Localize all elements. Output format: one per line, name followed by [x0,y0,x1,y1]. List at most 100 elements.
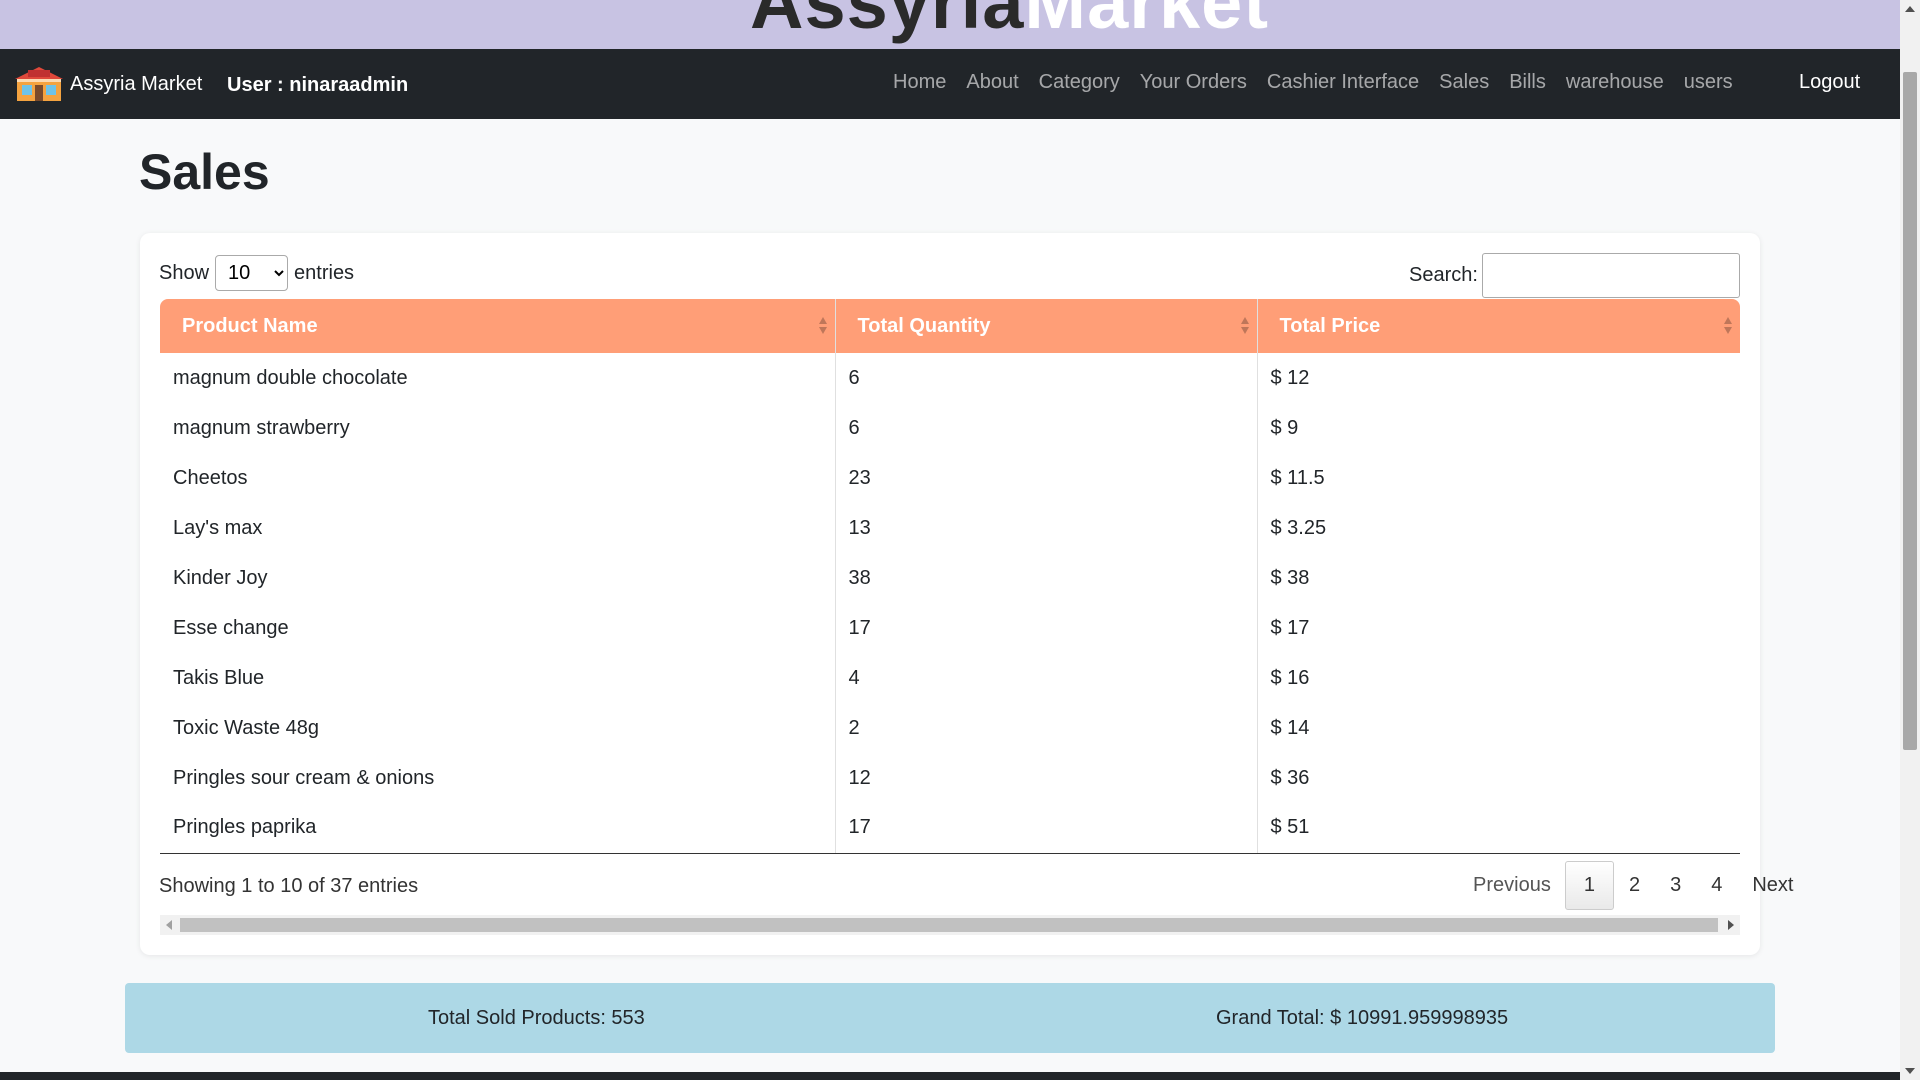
cell-product-name: Cheetos [160,453,836,503]
grand-total: Grand Total: $ 10991.959998935 [1216,1007,1509,1029]
cell-total-price: $ 17 [1270,616,1310,639]
search-label: Search: [1409,264,1478,286]
table-info: Showing 1 to 10 of 37 entries [159,875,419,897]
table-row: Toxic Waste 48g 2 $ 14 [160,703,1740,753]
cell-total-quantity: 23 [835,453,1258,503]
scroll-down-arrow-icon[interactable] [1905,1068,1915,1074]
scrollbar-thumb[interactable] [180,918,1718,932]
totals-bar: Total Sold Products: 553 Grand Total: $ … [125,983,1775,1053]
horizontal-scrollbar[interactable] [160,915,1740,935]
navbar: Assyria Market User : ninaraadmin Home A… [0,49,1900,119]
cell-product-name: Lay's max [160,503,836,553]
cell-product-name: Pringles sour cream & onions [160,753,836,803]
cell-total-quantity: 17 [835,803,1258,854]
bottom-bar [0,1072,1900,1080]
column-header-product-name[interactable]: Product Name [160,299,836,353]
column-header-total-price[interactable]: Total Price [1257,299,1740,353]
cell-product-name: Toxic Waste 48g [160,703,836,753]
cell-product-name: magnum strawberry [160,403,836,453]
nav-link-home[interactable]: Home [893,71,946,94]
next-page-button[interactable]: Next [1737,862,1808,909]
cell-total-quantity: 4 [835,653,1258,703]
table-row: Takis Blue 4 $ 16 [160,653,1740,703]
vertical-scrollbar[interactable] [1900,0,1920,1080]
page-button-1[interactable]: 1 [1564,861,1614,910]
scroll-up-arrow-icon[interactable] [1905,6,1915,12]
cell-total-price: $ 51 [1257,803,1740,854]
table-row: magnum strawberry 6 $ 9 [160,403,1740,453]
cell-total-price: $ 12 [1270,366,1310,389]
cell-total-price: $ 14 [1270,716,1310,739]
column-header-label: Total Price [1279,314,1381,337]
search-input[interactable] [1481,253,1740,298]
previous-page-button[interactable]: Previous [1458,862,1565,909]
table-row: magnum double chocolate 6 $ 12 [160,353,1740,403]
cell-total-price: $ 11.5 [1270,466,1325,489]
sales-table: Product Name Total Quantity Total Price … [160,299,1740,854]
page-title: Sales [139,144,270,200]
table-row: Pringles paprika 17 $ 51 [160,803,1740,854]
table-row: Cheetos 23 $ 11.5 [160,453,1740,503]
nav-link-users[interactable]: users [1684,71,1733,94]
search-control: Search: [1409,253,1740,298]
logout-button[interactable]: Logout [1799,71,1860,94]
show-label: Show [159,261,210,284]
table-row: Pringles sour cream & onions 12 $ 36 [160,753,1740,803]
sales-table-card: Show 10 entries Search: Product Name Tot… [140,233,1793,955]
cell-total-price: $ 16 [1270,666,1310,689]
top-banner: AssyriaMarket [0,0,1900,49]
nav-link-about[interactable]: About [966,71,1018,94]
cell-total-quantity: 17 [835,603,1258,653]
entries-label: entries [294,261,355,284]
nav-link-warehouse[interactable]: warehouse [1566,71,1664,94]
cell-product-name: Esse change [160,603,836,653]
cell-total-price: $ 9 [1270,416,1299,439]
cell-total-quantity: 12 [835,753,1258,803]
sort-icon [818,317,827,335]
banner-brand-part2: Market [1024,0,1269,44]
nav-link-sales[interactable]: Sales [1439,71,1489,94]
navbar-brand[interactable]: Assyria Market [70,73,202,96]
pagination: Previous 1 2 3 4 Next [1458,861,1808,910]
cell-total-price: $ 38 [1270,566,1310,589]
table-row: Esse change 17 $ 17 [160,603,1740,653]
column-header-label: Total Quantity [857,314,991,337]
total-sold-products: Total Sold Products: 553 [428,1007,645,1029]
cell-total-quantity: 13 [835,503,1258,553]
nav-links: Home About Category Your Orders Cashier … [893,71,1753,94]
cell-product-name: magnum double chocolate [160,353,836,403]
entries-length-control: Show 10 entries [159,255,354,291]
cell-total-quantity: 6 [835,403,1258,453]
current-user-label: User : ninaraadmin [227,74,409,96]
cell-total-quantity: 6 [835,353,1258,403]
banner-brand: AssyriaMarket [750,0,1269,45]
scrollbar-thumb[interactable] [1903,72,1917,750]
cell-product-name: Takis Blue [160,653,836,703]
nav-link-category[interactable]: Category [1039,71,1120,94]
sort-icon [1240,317,1249,335]
page-button-3[interactable]: 3 [1655,862,1696,909]
column-header-total-quantity[interactable]: Total Quantity [835,299,1258,353]
table-header-row: Product Name Total Quantity Total Price [160,299,1740,353]
nav-link-your-orders[interactable]: Your Orders [1140,71,1247,94]
cell-total-price: $ 3.25 [1270,516,1327,539]
column-header-label: Product Name [182,314,318,337]
page-button-4[interactable]: 4 [1696,862,1737,909]
scroll-left-arrow-icon[interactable] [166,920,172,930]
cell-total-price: $ 36 [1270,766,1310,789]
page: AssyriaMarket Assyria Market User : nina… [0,0,1920,1080]
cell-total-quantity: 2 [835,703,1258,753]
table-row: Kinder Joy 38 $ 38 [160,553,1740,603]
cell-product-name: Kinder Joy [160,553,836,603]
nav-link-cashier-interface[interactable]: Cashier Interface [1267,71,1419,94]
cell-total-quantity: 38 [835,553,1258,603]
nav-link-bills[interactable]: Bills [1509,71,1546,94]
entries-select[interactable]: 10 [215,255,289,291]
sort-icon [1724,317,1732,335]
table-row: Lay's max 13 $ 3.25 [160,503,1740,553]
page-button-2[interactable]: 2 [1614,862,1655,909]
store-logo-icon[interactable] [14,65,64,103]
banner-decoration [1618,0,1792,5]
scroll-right-arrow-icon[interactable] [1728,920,1734,930]
banner-brand-part1: Assyria [750,0,1025,44]
